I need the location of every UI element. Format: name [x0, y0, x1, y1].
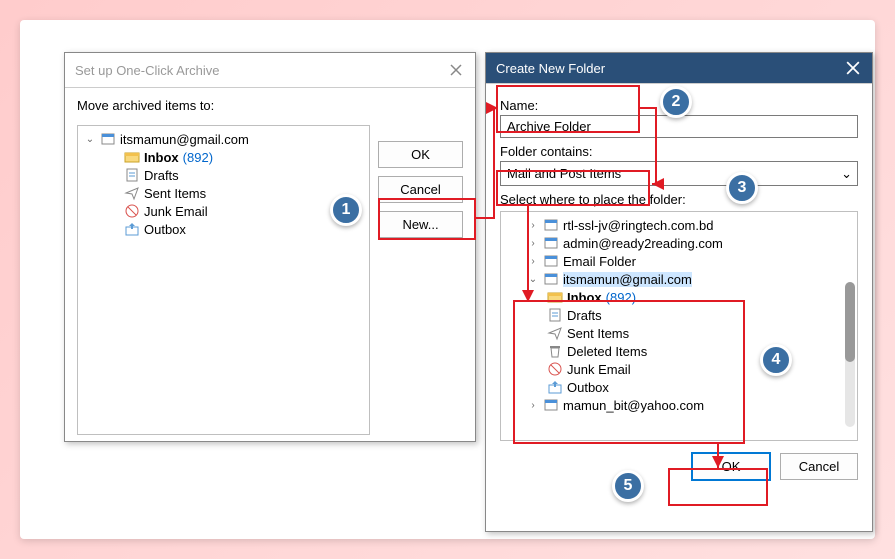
tree-item-junk[interactable]: Junk Email — [505, 360, 853, 378]
tree-account[interactable]: ⌄ itsmamun@gmail.com — [82, 130, 365, 148]
chevron-down-icon[interactable]: ⌄ — [527, 274, 539, 285]
chevron-right-icon[interactable]: › — [527, 220, 539, 231]
chevron-right-icon[interactable]: › — [527, 400, 539, 411]
outbox-icon — [124, 221, 140, 237]
chevron-right-icon[interactable]: › — [527, 238, 539, 249]
tree-item-inbox[interactable]: Inbox (892) — [505, 288, 853, 306]
store-icon — [543, 253, 559, 269]
close-icon[interactable] — [844, 59, 862, 77]
cancel-button[interactable]: Cancel — [378, 176, 463, 203]
store-icon — [543, 271, 559, 287]
create-title: Create New Folder — [496, 61, 605, 76]
drafts-icon — [547, 307, 563, 323]
tree-item-junk[interactable]: Junk Email — [82, 202, 365, 220]
tree-item-deleted[interactable]: Deleted Items — [505, 342, 853, 360]
create-folder-dialog: Create New Folder Name: Folder contains:… — [485, 52, 873, 532]
ok-button[interactable]: OK — [692, 453, 770, 480]
chevron-right-icon[interactable]: › — [527, 256, 539, 267]
tree-item-count: (892) — [606, 290, 636, 305]
store-icon — [543, 235, 559, 251]
outbox-icon — [547, 379, 563, 395]
tree-item-label: Drafts — [144, 168, 179, 183]
deleted-icon — [547, 343, 563, 359]
tree-item-inbox[interactable]: Inbox (892) — [82, 148, 365, 166]
sent-icon — [547, 325, 563, 341]
store-icon — [100, 131, 116, 147]
tree-item-label: Inbox — [144, 150, 179, 165]
junk-icon — [547, 361, 563, 377]
chevron-down-icon[interactable]: ⌄ — [84, 134, 96, 145]
archive-titlebar: Set up One-Click Archive — [65, 53, 475, 88]
cancel-button[interactable]: Cancel — [780, 453, 858, 480]
tree-account[interactable]: ⌄ itsmamun@gmail.com — [505, 270, 853, 288]
scrollbar-thumb[interactable] — [845, 282, 855, 362]
create-folder-tree[interactable]: › rtl-ssl-jv@ringtech.com.bd › admin@rea… — [500, 211, 858, 441]
archive-folder-tree[interactable]: ⌄ itsmamun@gmail.com Inbox (892) Drafts … — [77, 125, 370, 435]
tree-item-label: Junk Email — [567, 362, 631, 377]
tree-account[interactable]: › mamun_bit@yahoo.com — [505, 396, 853, 414]
tree-item-label: Outbox — [144, 222, 186, 237]
inbox-icon — [547, 289, 563, 305]
tree-item-drafts[interactable]: Drafts — [505, 306, 853, 324]
tree-item-label: Sent Items — [144, 186, 206, 201]
archive-move-label: Move archived items to: — [77, 98, 214, 113]
folder-name-input[interactable] — [500, 115, 858, 138]
tree-item-label: Sent Items — [567, 326, 629, 341]
close-icon[interactable] — [447, 61, 465, 79]
tree-item-sent[interactable]: Sent Items — [505, 324, 853, 342]
tree-account[interactable]: › admin@ready2reading.com — [505, 234, 853, 252]
name-label: Name: — [500, 98, 858, 113]
store-icon — [543, 397, 559, 413]
ok-button[interactable]: OK — [378, 141, 463, 168]
drafts-icon — [124, 167, 140, 183]
chevron-down-icon: ⌄ — [841, 166, 852, 182]
archive-dialog: Set up One-Click Archive Move archived i… — [64, 52, 476, 442]
contains-label: Folder contains: — [500, 144, 858, 159]
create-titlebar: Create New Folder — [486, 53, 872, 84]
tree-item-outbox[interactable]: Outbox — [82, 220, 365, 238]
junk-icon — [124, 203, 140, 219]
tree-item-count: (892) — [183, 150, 213, 165]
tree-item-drafts[interactable]: Drafts — [82, 166, 365, 184]
tree-item-label: Drafts — [567, 308, 602, 323]
tree-item-sent[interactable]: Sent Items — [82, 184, 365, 202]
tree-item-outbox[interactable]: Outbox — [505, 378, 853, 396]
tree-item-label: Junk Email — [144, 204, 208, 219]
new-button[interactable]: New... — [378, 211, 463, 238]
store-icon — [543, 217, 559, 233]
sent-icon — [124, 185, 140, 201]
tree-item-label: Inbox — [567, 290, 602, 305]
tree-item-label: Deleted Items — [567, 344, 647, 359]
tree-account[interactable]: › rtl-ssl-jv@ringtech.com.bd — [505, 216, 853, 234]
tree-item-label: Outbox — [567, 380, 609, 395]
place-label: Select where to place the folder: — [500, 192, 858, 207]
archive-title: Set up One-Click Archive — [75, 63, 220, 78]
folder-contains-select[interactable]: Mail and Post Items ⌄ — [500, 161, 858, 186]
inbox-icon — [124, 149, 140, 165]
tree-account[interactable]: › Email Folder — [505, 252, 853, 270]
